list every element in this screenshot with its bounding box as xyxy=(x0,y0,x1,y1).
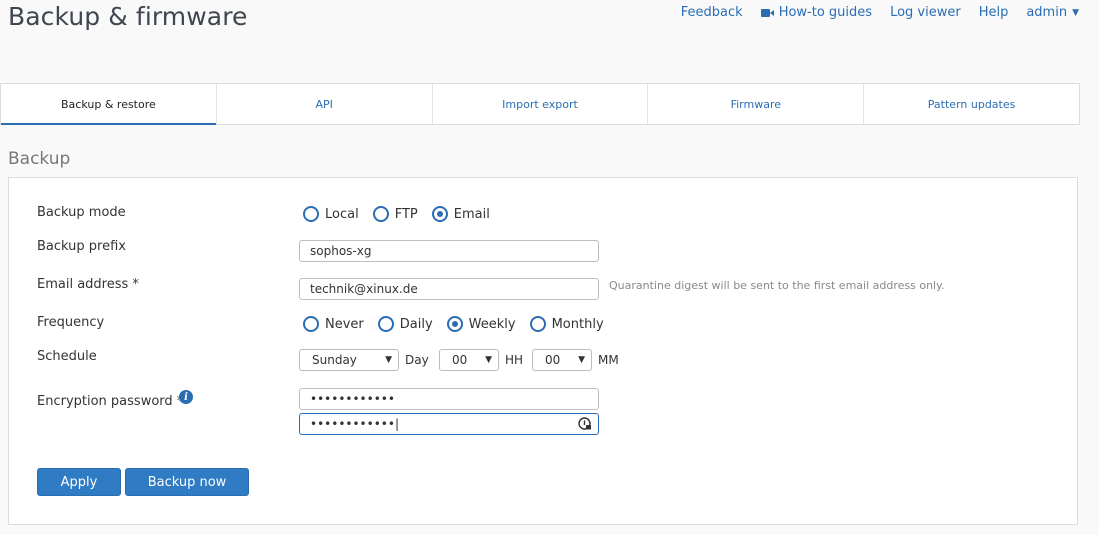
backup-panel: Backup mode Local FTP Email Backup prefi… xyxy=(8,177,1078,525)
backup-now-button[interactable]: Backup now xyxy=(125,468,249,496)
day-select-value: Sunday xyxy=(312,353,357,367)
tab-firmware[interactable]: Firmware xyxy=(648,84,865,124)
howto-guides-link[interactable]: How-to guides xyxy=(760,5,873,20)
section-title: Backup xyxy=(8,149,71,169)
radio-mode-ftp[interactable]: FTP xyxy=(372,206,418,222)
hour-unit: HH xyxy=(505,353,524,367)
caret-down-icon: ▼ xyxy=(1072,7,1079,18)
tab-api[interactable]: API xyxy=(217,84,433,124)
minute-unit: MM xyxy=(598,353,619,367)
password-manager-icon[interactable] xyxy=(578,417,592,431)
radio-freq-monthly[interactable]: Monthly xyxy=(529,316,604,332)
radio-freq-daily[interactable]: Daily xyxy=(377,316,433,332)
email-address-label: Email address * xyxy=(37,277,139,292)
radio-circle xyxy=(377,316,394,332)
backup-prefix-input[interactable]: sophos-xg xyxy=(299,240,599,262)
frequency-label: Frequency xyxy=(37,315,105,330)
email-hint: Quarantine digest will be sent to the fi… xyxy=(609,279,945,292)
radio-label: Email xyxy=(453,206,490,222)
confirm-password-value: ••••••••••••| xyxy=(310,417,399,431)
encryption-password-input[interactable]: •••••••••••• xyxy=(299,388,599,410)
minute-select-value: 00 xyxy=(545,353,561,367)
admin-menu[interactable]: admin ▼ xyxy=(1026,5,1079,20)
chevron-down-icon: ▼ xyxy=(578,355,585,365)
day-unit: Day xyxy=(405,353,429,367)
admin-label: admin xyxy=(1026,5,1068,20)
radio-label: Weekly xyxy=(468,316,516,332)
radio-circle xyxy=(303,206,319,222)
radio-label: FTP xyxy=(394,206,418,222)
apply-button[interactable]: Apply xyxy=(37,468,121,496)
page-title: Backup & firmware xyxy=(8,2,248,31)
feedback-link[interactable]: Feedback xyxy=(681,5,743,20)
radio-label: Monthly xyxy=(551,316,604,332)
howto-guides-label: How-to guides xyxy=(778,5,873,20)
log-viewer-link[interactable]: Log viewer xyxy=(890,5,961,20)
tab-bar: Backup & restore API Import export Firmw… xyxy=(0,83,1080,125)
backup-mode-label: Backup mode xyxy=(37,205,126,220)
chevron-down-icon: ▼ xyxy=(485,355,492,365)
radio-label: Local xyxy=(325,206,359,222)
minute-select[interactable]: 00 ▼ xyxy=(532,349,592,371)
radio-circle-selected xyxy=(431,206,448,222)
radio-freq-weekly[interactable]: Weekly xyxy=(446,316,516,332)
encryption-password-label: Encryption password * xyxy=(37,394,184,409)
video-camera-icon xyxy=(760,8,774,17)
backup-mode-radio-group: Local FTP Email xyxy=(303,206,504,222)
info-icon[interactable]: i xyxy=(179,390,193,404)
schedule-label: Schedule xyxy=(37,349,97,364)
radio-label: Never xyxy=(325,316,364,332)
radio-label: Daily xyxy=(399,316,433,332)
radio-circle xyxy=(303,316,319,332)
radio-circle-selected xyxy=(446,316,463,332)
top-navigation: Feedback How-to guides Log viewer Help a… xyxy=(681,5,1079,20)
page: Backup & firmware Feedback How-to guides… xyxy=(0,0,1099,535)
frequency-radio-group: Never Daily Weekly Monthly xyxy=(303,316,618,332)
hour-select-value: 00 xyxy=(452,353,468,367)
radio-circle xyxy=(372,206,389,222)
backup-prefix-label: Backup prefix xyxy=(37,239,126,254)
radio-mode-local[interactable]: Local xyxy=(303,206,359,222)
radio-circle xyxy=(529,316,546,332)
tab-backup-restore[interactable]: Backup & restore xyxy=(1,84,217,125)
chevron-down-icon: ▼ xyxy=(385,355,392,365)
radio-mode-email[interactable]: Email xyxy=(431,206,490,222)
confirm-password-input[interactable]: ••••••••••••| xyxy=(299,413,599,435)
hour-select[interactable]: 00 ▼ xyxy=(439,349,499,371)
tab-import-export[interactable]: Import export xyxy=(433,84,649,124)
day-select[interactable]: Sunday ▼ xyxy=(299,349,399,371)
email-address-input[interactable]: technik@xinux.de xyxy=(299,278,599,300)
help-link[interactable]: Help xyxy=(979,5,1009,20)
tab-pattern-updates[interactable]: Pattern updates xyxy=(864,84,1079,124)
radio-freq-never[interactable]: Never xyxy=(303,316,364,332)
